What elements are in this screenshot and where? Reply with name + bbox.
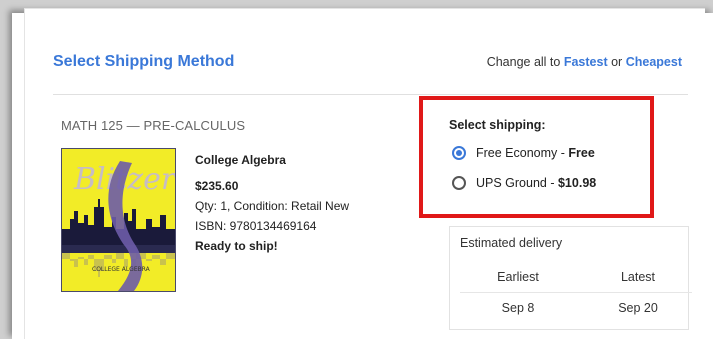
course-title: MATH 125 — PRE-CALCULUS	[61, 118, 246, 133]
option-price: Free	[568, 146, 595, 160]
option-name: Free Economy	[476, 146, 558, 160]
cheapest-link[interactable]: Cheapest	[626, 55, 682, 69]
book-price: $235.60	[195, 179, 239, 193]
earliest-date: Sep 8	[501, 301, 535, 315]
option-price: $10.98	[557, 176, 597, 190]
change-all-bar: Change all to Fastest or Cheapest	[487, 55, 682, 69]
fastest-link[interactable]: Fastest	[564, 55, 608, 69]
change-all-label: Change all to	[486, 55, 561, 69]
latest-date: Sep 20	[618, 301, 658, 315]
page-title: Select Shipping Method	[53, 53, 235, 70]
divider	[53, 94, 688, 95]
option-separator: -	[557, 146, 569, 160]
book-title: College Algebra	[195, 153, 286, 167]
radio-selected-icon[interactable]	[452, 146, 466, 160]
option-name: UPS Ground	[476, 176, 547, 190]
option-separator: -	[546, 176, 558, 190]
cover-title-text: COLLEGE ALGEBRA	[92, 266, 151, 273]
delivery-divider	[460, 292, 692, 293]
book-qty-condition: Qty: 1, Condition: Retail New	[195, 199, 350, 213]
delivery-header: Estimated delivery	[460, 236, 563, 250]
book-isbn: ISBN: 9780134469164	[195, 219, 317, 233]
book-status: Ready to ship!	[195, 239, 278, 253]
shipping-option-free-economy[interactable]: Free Economy - Free	[452, 146, 595, 160]
book-cover-art: Blitzer COLLEGE ALGEBRA	[62, 149, 175, 291]
latest-label: Latest	[620, 270, 656, 284]
shipping-option-ups-ground[interactable]: UPS Ground - $10.98	[452, 176, 596, 190]
estimated-delivery-card: Estimated delivery Earliest Latest Sep 8…	[449, 226, 692, 330]
earliest-label: Earliest	[497, 270, 539, 284]
book-cover-image: Blitzer COLLEGE ALGEBRA	[61, 148, 176, 292]
radio-unselected-icon[interactable]	[452, 176, 466, 190]
or-label: or	[611, 55, 623, 69]
book-details: College Algebra $235.60 Qty: 1, Conditio…	[195, 150, 349, 256]
select-shipping-label: Select shipping:	[449, 118, 546, 132]
